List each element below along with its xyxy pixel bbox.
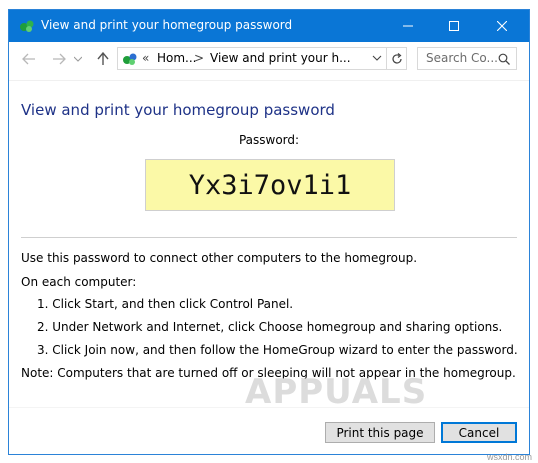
back-arrow-icon	[22, 53, 35, 65]
instruction-step: 2. Under Network and Internet, click Cho…	[37, 320, 503, 334]
back-button[interactable]	[21, 51, 37, 67]
search-icon	[498, 53, 510, 65]
page-title: View and print your homegroup password	[21, 101, 335, 119]
navbar-divider	[9, 80, 529, 81]
window-title: View and print your homegroup password	[41, 18, 293, 32]
recent-locations-button[interactable]	[73, 53, 83, 65]
print-page-button[interactable]: Print this page	[325, 422, 435, 443]
refresh-button[interactable]	[387, 47, 407, 70]
homegroup-icon	[20, 20, 34, 32]
breadcrumb-homegroup[interactable]: Hom...	[157, 51, 197, 65]
close-button[interactable]	[479, 10, 525, 42]
content-divider	[21, 237, 517, 238]
site-watermark: wsxdn.com	[486, 452, 532, 462]
forward-button[interactable]	[51, 51, 67, 67]
maximize-icon	[449, 21, 459, 31]
address-bar[interactable]: « Hom... > View and print your h...	[117, 47, 387, 70]
close-icon	[497, 21, 507, 31]
search-placeholder: Search Co...	[426, 51, 498, 65]
instruction-step: 3. Click Join now, and then follow the H…	[37, 343, 518, 357]
up-arrow-icon	[97, 52, 109, 65]
password-value: Yx3i7ov1i1	[188, 169, 352, 201]
address-overflow-chevron[interactable]: «	[142, 51, 149, 65]
password-display: Yx3i7ov1i1	[145, 159, 395, 211]
chevron-down-icon	[74, 56, 82, 62]
maximize-button[interactable]	[431, 10, 477, 42]
instructions-intro: Use this password to connect other compu…	[21, 251, 418, 265]
cancel-button[interactable]: Cancel	[441, 422, 517, 443]
appuals-watermark-logo: APPUALS	[245, 372, 428, 412]
instructions-each-computer: On each computer:	[21, 275, 137, 289]
breadcrumb-separator[interactable]: >	[194, 51, 204, 65]
chevron-down-icon[interactable]	[372, 53, 382, 63]
homegroup-icon	[123, 53, 137, 65]
footer-divider	[9, 407, 529, 408]
breadcrumb-current[interactable]: View and print your h...	[210, 51, 351, 65]
refresh-icon	[391, 52, 402, 64]
title-bar[interactable]: View and print your homegroup password	[9, 10, 529, 42]
up-button[interactable]	[95, 51, 111, 67]
minimize-button[interactable]	[385, 10, 431, 42]
navigation-bar: « Hom... > View and print your h... Sear…	[9, 42, 529, 76]
homegroup-password-window: View and print your homegroup password «…	[8, 9, 530, 455]
minimize-icon	[403, 25, 413, 27]
search-input[interactable]: Search Co...	[417, 47, 517, 70]
instruction-step: 1. Click Start, and then click Control P…	[37, 297, 294, 311]
password-label: Password:	[238, 133, 300, 147]
forward-arrow-icon	[53, 53, 66, 65]
